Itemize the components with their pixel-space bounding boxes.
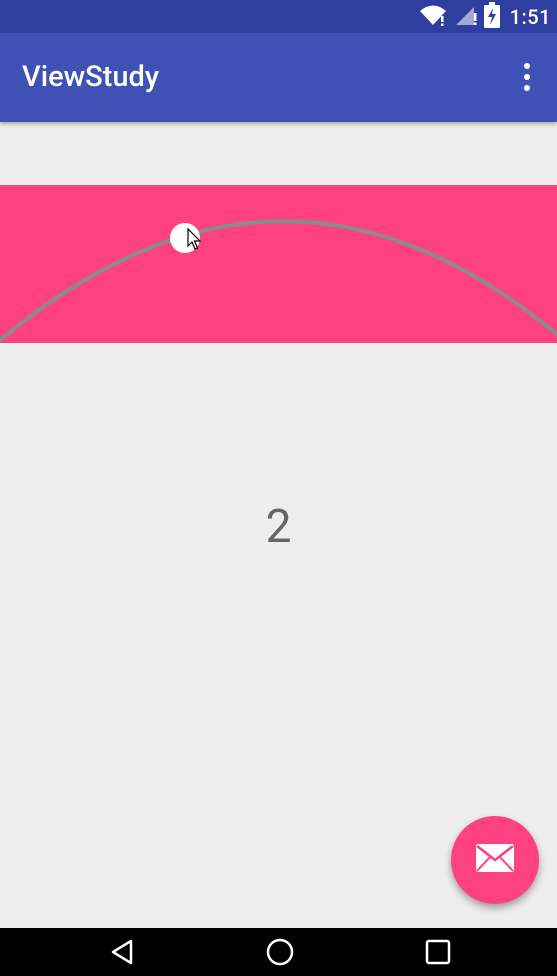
cell-signal-icon	[454, 3, 478, 31]
more-vert-icon[interactable]	[505, 55, 549, 99]
app-title: ViewStudy	[22, 60, 160, 94]
battery-charging-icon	[483, 1, 500, 32]
status-time: 1:51	[509, 4, 551, 29]
status-icons: 1:51	[418, 0, 551, 33]
email-icon	[475, 843, 515, 877]
status-bar: 1:51	[0, 0, 557, 33]
navigation-bar	[0, 928, 557, 976]
recents-icon[interactable]	[398, 928, 478, 976]
arc-view[interactable]	[0, 185, 557, 343]
app-bar: ViewStudy	[0, 33, 557, 122]
fab-email-button[interactable]	[451, 816, 539, 904]
back-icon[interactable]	[82, 928, 162, 976]
page-number: 2	[265, 500, 292, 554]
arc-path	[0, 219, 557, 343]
home-icon[interactable]	[240, 928, 320, 976]
wifi-icon	[418, 3, 448, 31]
